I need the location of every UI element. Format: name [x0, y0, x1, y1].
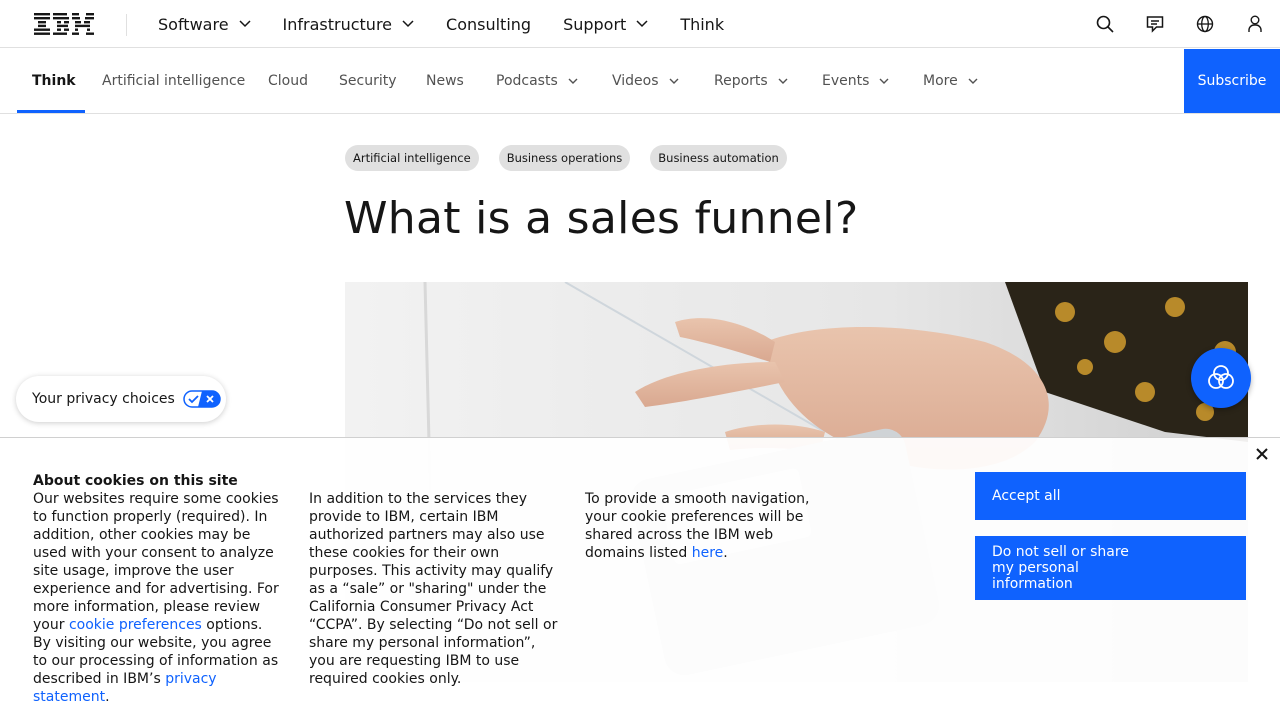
- chevron-down-icon: [568, 78, 578, 84]
- cookie-domains: To provide a smooth navigation, your coo…: [585, 490, 835, 562]
- cookie-text: .: [105, 689, 110, 705]
- tab-cloud[interactable]: Cloud: [268, 49, 308, 113]
- tab-news[interactable]: News: [426, 49, 464, 113]
- chat-assistant-button[interactable]: [1191, 348, 1251, 408]
- tab-videos[interactable]: Videos: [612, 49, 679, 113]
- chevron-down-icon: [402, 20, 414, 28]
- tab-label: Artificial intelligence: [102, 73, 246, 89]
- privacy-choices-button[interactable]: Your privacy choices: [16, 376, 226, 422]
- privacy-choices-label: Your privacy choices: [32, 391, 175, 407]
- chevron-down-icon: [778, 78, 788, 84]
- nav-think[interactable]: Think: [680, 15, 724, 34]
- nav-label: Software: [158, 14, 229, 34]
- page-title: What is a sales funnel?: [344, 193, 859, 244]
- do-not-sell-label: Do not sell or share my personal informa…: [992, 544, 1129, 592]
- tab-label: Cloud: [268, 73, 308, 89]
- nav-consulting[interactable]: Consulting: [446, 15, 531, 34]
- tab-label: Events: [822, 73, 870, 89]
- search-button[interactable]: [1080, 0, 1130, 48]
- tab-label: News: [426, 73, 464, 89]
- active-tab-indicator: [17, 110, 85, 113]
- chevron-down-icon: [636, 20, 648, 28]
- tab-podcasts[interactable]: Podcasts: [496, 49, 578, 113]
- cookie-preferences-link[interactable]: cookie preferences: [69, 617, 202, 633]
- tab-label: Reports: [714, 73, 768, 89]
- search-icon: [1096, 15, 1114, 33]
- close-icon: [1256, 448, 1268, 460]
- chat-icon: [1146, 16, 1164, 33]
- do-not-sell-button[interactable]: Do not sell or share my personal informa…: [975, 536, 1246, 600]
- cookie-intro: About cookies on this site Our websites r…: [33, 472, 283, 706]
- cookie-text: .: [723, 545, 728, 561]
- tab-label: Security: [339, 73, 397, 89]
- assistant-icon: [1208, 365, 1234, 389]
- tab-security[interactable]: Security: [339, 49, 397, 113]
- accept-all-button[interactable]: Accept all: [975, 472, 1246, 520]
- sub-navigation: Think Artificial intelligence Cloud Secu…: [0, 49, 1280, 114]
- chevron-down-icon: [879, 78, 889, 84]
- privacy-toggle-icon: [183, 390, 221, 408]
- nav-infrastructure[interactable]: Infrastructure: [283, 15, 414, 34]
- tab-more[interactable]: More: [923, 49, 978, 113]
- tag-artificial-intelligence[interactable]: Artificial intelligence: [345, 145, 479, 171]
- cookie-ccpa-text: In addition to the services they provide…: [309, 491, 558, 687]
- cookie-text: Our websites require some cookies to fun…: [33, 491, 279, 633]
- cookie-heading: About cookies on this site: [33, 473, 238, 489]
- nav-support[interactable]: Support: [563, 15, 648, 34]
- language-button[interactable]: [1180, 0, 1230, 48]
- tab-reports[interactable]: Reports: [714, 49, 788, 113]
- tab-label: Videos: [612, 73, 659, 89]
- chevron-down-icon: [968, 78, 978, 84]
- masthead: Software Infrastructure Consulting Suppo…: [0, 0, 1280, 48]
- nav-label: Support: [563, 14, 627, 34]
- profile-button[interactable]: [1230, 0, 1280, 48]
- cookie-banner: About cookies on this site Our websites r…: [0, 437, 1280, 720]
- masthead-nav: Software Infrastructure Consulting Suppo…: [158, 0, 756, 48]
- close-button[interactable]: [1252, 444, 1272, 464]
- tab-think[interactable]: Think: [32, 49, 76, 113]
- nav-label: Consulting: [446, 14, 532, 34]
- tab-label: More: [923, 73, 958, 89]
- subscribe-button[interactable]: Subscribe: [1184, 49, 1280, 113]
- chevron-down-icon: [669, 78, 679, 84]
- tag-business-operations[interactable]: Business operations: [498, 145, 631, 171]
- tab-artificial-intelligence[interactable]: Artificial intelligence: [102, 49, 245, 113]
- nav-label: Think: [680, 14, 725, 34]
- article-tags: Artificial intelligence Business operati…: [345, 145, 807, 171]
- tab-label: Think: [32, 73, 76, 89]
- chevron-down-icon: [239, 20, 251, 28]
- globe-icon: [1196, 15, 1214, 33]
- contact-button[interactable]: [1130, 0, 1180, 48]
- ibm-logo[interactable]: [34, 13, 94, 35]
- nav-label: Infrastructure: [282, 14, 393, 34]
- nav-software[interactable]: Software: [158, 15, 251, 34]
- masthead-divider: [126, 14, 127, 36]
- masthead-tools: [1080, 0, 1280, 48]
- tab-label: Podcasts: [496, 73, 558, 89]
- domains-link[interactable]: here: [692, 545, 724, 561]
- tag-business-automation[interactable]: Business automation: [650, 145, 787, 171]
- tab-events[interactable]: Events: [822, 49, 889, 113]
- user-icon: [1248, 15, 1262, 32]
